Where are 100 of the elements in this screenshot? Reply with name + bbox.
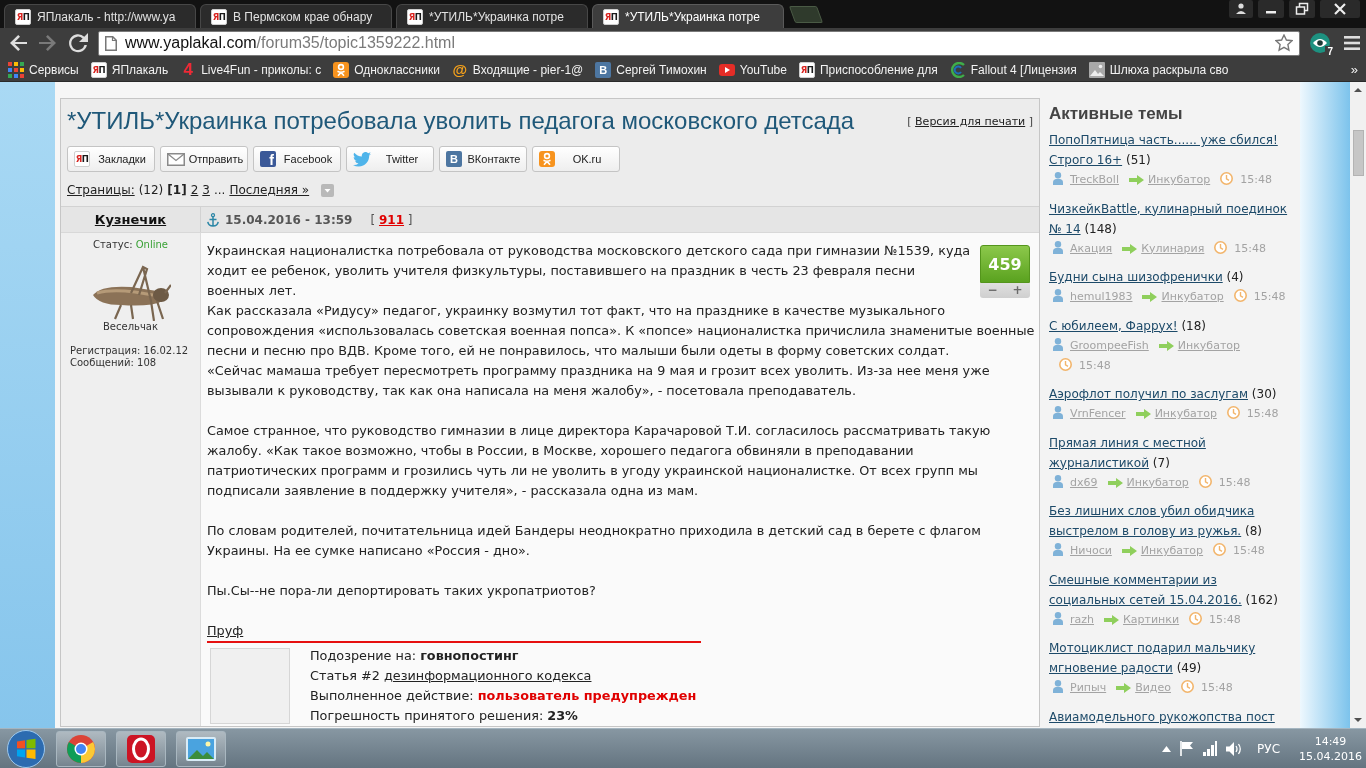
browser-tab[interactable]: ЯП *УТИЛЬ*Украинка потре [592,4,784,28]
topic-link[interactable]: ПопоПятница часть...... уже сбился! Строго 16+ (51) [1049,130,1294,170]
restore-icon[interactable] [1289,0,1315,18]
proof-link[interactable]: Пруф [207,621,244,641]
clock-icon [1233,289,1247,302]
print-version-link[interactable]: Версия для печати [915,115,1026,128]
browser-tab[interactable]: ЯП В Пермском крае обнару [200,4,392,28]
person-icon[interactable] [1229,0,1253,18]
image-icon [1088,61,1105,78]
user-icon [1053,680,1063,693]
share-button[interactable]: Twitter [346,146,434,172]
share-button[interactable]: ЯП Закладки [67,146,155,172]
share-button[interactable]: f Facebook [253,146,341,172]
page-link[interactable]: 3 [202,181,210,199]
bookmark[interactable]: В Сергей Тимохин [595,61,707,78]
minimize-icon[interactable] [1258,0,1284,18]
post-paragraph: Самое странное, что руководство гимназии в лице директора Карачаровой Т.И. согласилось рассматривать такую жалобу. «Как такое возможно, чтобы в России, в Москве, хорошего педагога обвиняли в преподавании патриотических программ и грозились чуть ли не уволить в угоду украинской националистке. От всех групп мы подписали заявление в поддержку учителя», - рассказала одна из мам. [207,422,992,500]
arrow-icon [1135,409,1151,419]
post-number: [ 911 ] [370,212,413,227]
browser-tab[interactable]: ЯП *УТИЛЬ*Украинка потре [396,4,588,28]
share-button[interactable]: Отправить [160,146,248,172]
reload-icon[interactable] [68,33,88,53]
topic-time: 15:48 [1253,290,1286,303]
signal-icon[interactable] [1203,741,1218,756]
page-link[interactable]: 2 [190,181,199,199]
clock-time[interactable]: 14:49 [1314,733,1347,749]
topic-link[interactable]: Аэрофлот получил по заслугам (30) [1049,384,1294,404]
scrollbar-thumb[interactable] [1352,130,1364,176]
topic-link[interactable]: Авиамодельного рукожопства пост [1049,706,1294,727]
share-button[interactable]: В ВКонтакте [439,146,527,172]
start-orb-icon[interactable] [6,729,46,768]
user-icon [1053,406,1063,419]
speaker-icon[interactable] [1226,741,1243,756]
post-paragraph: Как рассказала «Ридусу» педагог, украинку возмутил тот факт, что на празднике в качестве музыкального сопровождения «использовалась советская военная попса». К «попсе» националистка причислила знаменитые военные песни и песню про ВДВ. Кроме того, ей не понравилось, что малыши были одеты в форму советских солдат. [207,302,1035,360]
star-icon[interactable] [1275,34,1293,52]
bookmark[interactable]: YouTube [718,62,787,77]
bookmark[interactable]: ЯП Приспособление для [798,61,938,78]
arrow-icon [1122,243,1138,254]
user-icon [1053,543,1063,556]
forward-arrow-icon[interactable] [38,33,58,53]
clock-icon [1226,406,1240,419]
menu-icon[interactable] [1344,36,1360,50]
topic-time: 15:48 [1218,475,1251,489]
pages-link[interactable]: Страницы: [67,181,135,199]
letter-logo: @ [451,61,468,78]
bookmark[interactable]: ЯП ЯПлакаль [90,61,169,78]
current-page: [1] [167,182,187,199]
swirl-icon [949,61,966,78]
topic-time: 15:48 [1201,681,1233,694]
post-date: 15.04.2016 - 13:59 [225,212,353,227]
letter-logo: ЯП [603,8,619,25]
post-number-link[interactable]: 911 [378,212,405,227]
bookmark[interactable]: Fallout 4 [Лицензия [949,61,1077,78]
topic-link[interactable]: Прямая линия с местной журналистикой (7) [1049,432,1294,473]
last-page-link[interactable]: Последняя » [229,181,310,199]
bookmark[interactable]: Шлюха раскрыла сво [1088,61,1229,78]
close-icon[interactable] [1320,0,1360,18]
clock-icon [1214,240,1228,254]
taskbar-button[interactable] [56,730,106,767]
arrow-icon [1121,546,1137,556]
bookmark[interactable]: Сервисы [8,61,79,78]
browser-tab[interactable]: ЯП ЯПлакаль - http://www.ya [4,4,196,28]
letter-logo: f [260,151,276,167]
letter-logo: ЯП [798,61,815,78]
clock-icon [1181,680,1194,693]
play-icon [718,63,735,76]
vote-up-button[interactable]: + [1012,283,1023,298]
clock-date[interactable]: 15.04.2016 [1299,748,1362,764]
clock-icon [1189,611,1203,625]
vote-down-button[interactable]: − [987,283,998,298]
taskbar-button[interactable] [176,730,226,767]
topic-link[interactable]: Без лишних слов убил обидчика выстрелом в голову из ружья. (8) [1049,501,1294,541]
topic-link[interactable]: ЧизкейкBattle, кулинарный поединок № 14 (148) [1049,198,1294,239]
moderation-line: Статья #2 дезинформационного кодекса [310,667,593,685]
author-link[interactable]: Кузнечик [94,212,167,227]
bookmark[interactable]: @ Входящие - pier-1@ [451,61,584,78]
arrow-icon [1128,175,1144,185]
taskbar-button[interactable] [116,730,166,767]
topic-link[interactable]: Мотоциклист подарил мальчику мгновение радости (49) [1049,638,1294,678]
language-indicator[interactable]: РУС [1257,741,1280,756]
code-link[interactable]: дезинформационного кодекса [383,668,592,683]
topic-link[interactable]: Будни сына шизофренички (4) [1049,267,1294,287]
post-paragraph: По словам родителей, почитательница идей Бандеры неоднократно приходила в детский сад в берете с флагом Украины. На ее сумке написано «Россия - дно». [207,522,982,560]
topic-time: 15:48 [1209,612,1241,626]
topic-link[interactable]: Смешные комментарии из социальных сетей 15.04.2016. (162) [1049,569,1294,610]
up-arrow-icon[interactable] [1162,745,1172,752]
more-bookmarks-button[interactable]: » [1350,62,1358,77]
letter-logo: ЯП [74,151,90,167]
eye-icon[interactable] [1310,33,1330,53]
share-button[interactable]: OK.ru [532,146,620,172]
topic-link[interactable]: С юбилеем, Фаррух! (18) [1049,315,1294,336]
topic-title: *УТИЛЬ*Украинка потребовала уволить педагога московского детсада [67,106,855,136]
user-icon [1053,337,1063,351]
address-bar[interactable]: www.yaplakal.com/forum35/topic1359222.html [98,30,1300,56]
registration-date: Регистрация: 16.02.12 [69,345,190,357]
rating-score: 459 [980,245,1030,283]
back-arrow-icon[interactable] [8,33,28,53]
bookmark[interactable]: Одноклассники [333,61,440,78]
flag-icon[interactable] [1180,741,1195,756]
bookmark[interactable]: 4 Live4Fun - приколы: с [180,61,322,78]
